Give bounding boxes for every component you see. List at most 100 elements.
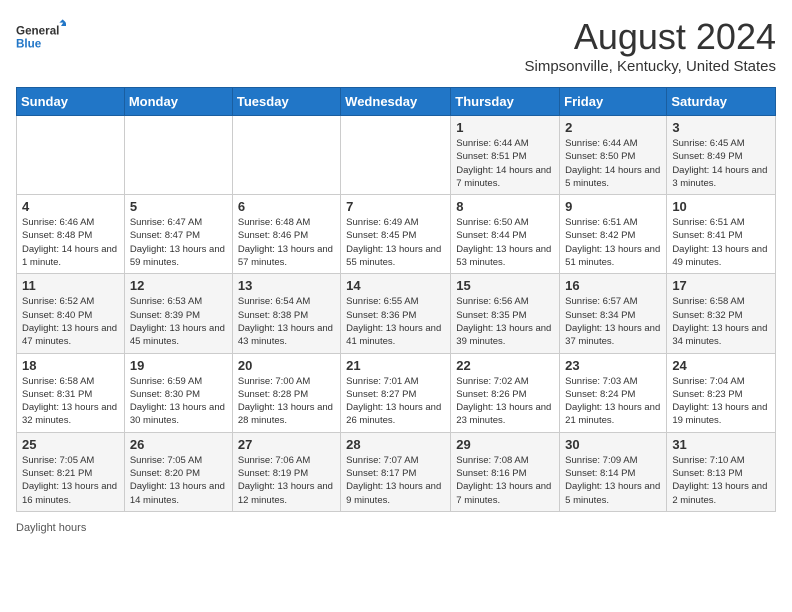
- calendar-cell: 31 Sunrise: 7:10 AMSunset: 8:13 PMDayligh…: [667, 432, 776, 511]
- day-info: Sunrise: 6:47 AMSunset: 8:47 PMDaylight:…: [130, 216, 227, 269]
- calendar-header-row: SundayMondayTuesdayWednesdayThursdayFrid…: [17, 88, 776, 116]
- calendar-cell: 25 Sunrise: 7:05 AMSunset: 8:21 PMDayligh…: [17, 432, 125, 511]
- day-info: Sunrise: 6:46 AMSunset: 8:48 PMDaylight:…: [22, 216, 119, 269]
- month-title: August 2024: [524, 16, 776, 58]
- logo: General Blue: [16, 16, 66, 56]
- day-number: 21: [346, 358, 445, 373]
- day-number: 5: [130, 199, 227, 214]
- day-info: Sunrise: 6:50 AMSunset: 8:44 PMDaylight:…: [456, 216, 554, 269]
- calendar-week-row: 1 Sunrise: 6:44 AMSunset: 8:51 PMDaylight…: [17, 116, 776, 195]
- day-info: Sunrise: 6:51 AMSunset: 8:42 PMDaylight:…: [565, 216, 661, 269]
- day-number: 11: [22, 278, 119, 293]
- calendar-cell: 27 Sunrise: 7:06 AMSunset: 8:19 PMDayligh…: [232, 432, 340, 511]
- calendar-day-header: Friday: [560, 88, 667, 116]
- day-number: 26: [130, 437, 227, 452]
- calendar-week-row: 11 Sunrise: 6:52 AMSunset: 8:40 PMDayligh…: [17, 274, 776, 353]
- calendar-cell: 16Sunrise: 6:57 AMSunset: 8:34 PMDayligh…: [560, 274, 667, 353]
- daylight-hours-label: Daylight hours: [16, 522, 86, 534]
- calendar-cell: 21 Sunrise: 7:01 AMSunset: 8:27 PMDayligh…: [341, 353, 451, 432]
- calendar-cell: 15 Sunrise: 6:56 AMSunset: 8:35 PMDayligh…: [451, 274, 560, 353]
- day-info: Sunrise: 6:44 AMSunset: 8:51 PMDaylight:…: [456, 137, 554, 190]
- calendar-day-header: Sunday: [17, 88, 125, 116]
- day-info: Sunrise: 6:58 AMSunset: 8:31 PMDaylight:…: [22, 375, 119, 428]
- calendar-week-row: 4 Sunrise: 6:46 AMSunset: 8:48 PMDaylight…: [17, 195, 776, 274]
- day-number: 30: [565, 437, 661, 452]
- calendar-cell: [124, 116, 232, 195]
- calendar-cell: [232, 116, 340, 195]
- calendar-cell: 2Sunrise: 6:44 AMSunset: 8:50 PMDaylight…: [560, 116, 667, 195]
- day-info: Sunrise: 6:52 AMSunset: 8:40 PMDaylight:…: [22, 295, 119, 348]
- day-info: Sunrise: 6:45 AMSunset: 8:49 PMDaylight:…: [672, 137, 770, 190]
- day-number: 2: [565, 120, 661, 135]
- calendar-cell: 7 Sunrise: 6:49 AMSunset: 8:45 PMDaylight…: [341, 195, 451, 274]
- day-number: 29: [456, 437, 554, 452]
- title-block: August 2024 Simpsonville, Kentucky, Unit…: [524, 16, 776, 75]
- day-info: Sunrise: 6:53 AMSunset: 8:39 PMDaylight:…: [130, 295, 227, 348]
- calendar-cell: 22 Sunrise: 7:02 AMSunset: 8:26 PMDayligh…: [451, 353, 560, 432]
- calendar-cell: [17, 116, 125, 195]
- day-number: 23: [565, 358, 661, 373]
- day-number: 22: [456, 358, 554, 373]
- calendar-week-row: 18 Sunrise: 6:58 AMSunset: 8:31 PMDayligh…: [17, 353, 776, 432]
- calendar-cell: 6Sunrise: 6:48 AMSunset: 8:46 PMDaylight…: [232, 195, 340, 274]
- day-number: 25: [22, 437, 119, 452]
- calendar-day-header: Saturday: [667, 88, 776, 116]
- calendar-cell: 24Sunrise: 7:04 AMSunset: 8:23 PMDayligh…: [667, 353, 776, 432]
- day-number: 16: [565, 278, 661, 293]
- calendar-week-row: 25 Sunrise: 7:05 AMSunset: 8:21 PMDayligh…: [17, 432, 776, 511]
- calendar-day-header: Thursday: [451, 88, 560, 116]
- day-info: Sunrise: 6:51 AMSunset: 8:41 PMDaylight:…: [672, 216, 770, 269]
- calendar-cell: 11 Sunrise: 6:52 AMSunset: 8:40 PMDayligh…: [17, 274, 125, 353]
- day-number: 27: [238, 437, 335, 452]
- day-info: Sunrise: 7:06 AMSunset: 8:19 PMDaylight:…: [238, 454, 335, 507]
- day-number: 12: [130, 278, 227, 293]
- day-number: 15: [456, 278, 554, 293]
- calendar-cell: 28 Sunrise: 7:07 AMSunset: 8:17 PMDayligh…: [341, 432, 451, 511]
- footer: Daylight hours: [16, 522, 776, 534]
- day-info: Sunrise: 7:10 AMSunset: 8:13 PMDaylight:…: [672, 454, 770, 507]
- day-info: Sunrise: 7:07 AMSunset: 8:17 PMDaylight:…: [346, 454, 445, 507]
- day-number: 28: [346, 437, 445, 452]
- day-number: 20: [238, 358, 335, 373]
- location-subtitle: Simpsonville, Kentucky, United States: [524, 58, 776, 75]
- calendar-cell: 14Sunrise: 6:55 AMSunset: 8:36 PMDayligh…: [341, 274, 451, 353]
- day-number: 4: [22, 199, 119, 214]
- calendar-cell: 19 Sunrise: 6:59 AMSunset: 8:30 PMDayligh…: [124, 353, 232, 432]
- day-number: 3: [672, 120, 770, 135]
- day-number: 31: [672, 437, 770, 452]
- calendar-cell: 29Sunrise: 7:08 AMSunset: 8:16 PMDayligh…: [451, 432, 560, 511]
- calendar-cell: 30 Sunrise: 7:09 AMSunset: 8:14 PMDayligh…: [560, 432, 667, 511]
- day-info: Sunrise: 7:05 AMSunset: 8:21 PMDaylight:…: [22, 454, 119, 507]
- calendar-cell: 8Sunrise: 6:50 AMSunset: 8:44 PMDaylight…: [451, 195, 560, 274]
- day-info: Sunrise: 7:01 AMSunset: 8:27 PMDaylight:…: [346, 375, 445, 428]
- day-info: Sunrise: 7:03 AMSunset: 8:24 PMDaylight:…: [565, 375, 661, 428]
- day-info: Sunrise: 7:02 AMSunset: 8:26 PMDaylight:…: [456, 375, 554, 428]
- day-number: 9: [565, 199, 661, 214]
- day-info: Sunrise: 6:49 AMSunset: 8:45 PMDaylight:…: [346, 216, 445, 269]
- day-info: Sunrise: 6:54 AMSunset: 8:38 PMDaylight:…: [238, 295, 335, 348]
- day-info: Sunrise: 6:59 AMSunset: 8:30 PMDaylight:…: [130, 375, 227, 428]
- calendar-cell: 1 Sunrise: 6:44 AMSunset: 8:51 PMDaylight…: [451, 116, 560, 195]
- day-number: 19: [130, 358, 227, 373]
- day-number: 18: [22, 358, 119, 373]
- day-info: Sunrise: 6:56 AMSunset: 8:35 PMDaylight:…: [456, 295, 554, 348]
- day-number: 7: [346, 199, 445, 214]
- calendar-cell: 20Sunrise: 7:00 AMSunset: 8:28 PMDayligh…: [232, 353, 340, 432]
- page-header: General Blue August 2024 Simpsonville, K…: [16, 16, 776, 75]
- day-number: 10: [672, 199, 770, 214]
- calendar-cell: 13Sunrise: 6:54 AMSunset: 8:38 PMDayligh…: [232, 274, 340, 353]
- day-info: Sunrise: 7:09 AMSunset: 8:14 PMDaylight:…: [565, 454, 661, 507]
- day-number: 1: [456, 120, 554, 135]
- calendar-cell: 5 Sunrise: 6:47 AMSunset: 8:47 PMDaylight…: [124, 195, 232, 274]
- svg-text:Blue: Blue: [16, 38, 42, 51]
- calendar-cell: 9 Sunrise: 6:51 AMSunset: 8:42 PMDaylight…: [560, 195, 667, 274]
- day-number: 17: [672, 278, 770, 293]
- calendar-cell: 4 Sunrise: 6:46 AMSunset: 8:48 PMDaylight…: [17, 195, 125, 274]
- calendar-cell: 10 Sunrise: 6:51 AMSunset: 8:41 PMDayligh…: [667, 195, 776, 274]
- day-number: 24: [672, 358, 770, 373]
- calendar-day-header: Monday: [124, 88, 232, 116]
- calendar-cell: 18 Sunrise: 6:58 AMSunset: 8:31 PMDayligh…: [17, 353, 125, 432]
- calendar-cell: 17Sunrise: 6:58 AMSunset: 8:32 PMDayligh…: [667, 274, 776, 353]
- calendar-cell: [341, 116, 451, 195]
- calendar-day-header: Tuesday: [232, 88, 340, 116]
